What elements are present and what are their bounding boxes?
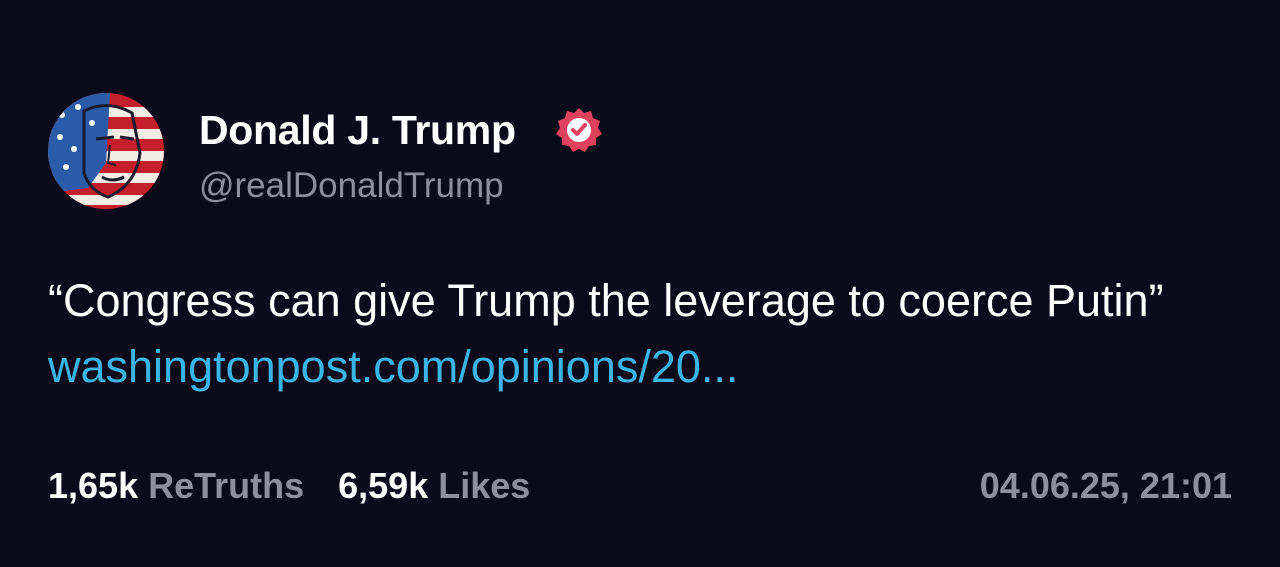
likes-label: Likes xyxy=(438,465,531,506)
post-body: “Congress can give Trump the leverage to… xyxy=(48,268,1248,400)
post-stats: 1,65k ReTruths 6,59k Likes xyxy=(48,464,530,508)
retruths-count: 1,65k xyxy=(48,465,139,506)
retruths-label: ReTruths xyxy=(148,465,305,506)
retruths-stat[interactable]: 1,65k ReTruths xyxy=(48,465,304,506)
post-text: “Congress can give Trump the leverage to… xyxy=(48,275,1164,326)
likes-stat[interactable]: 6,59k Likes xyxy=(338,465,530,506)
post-link[interactable]: washingtonpost.com/opinions/20... xyxy=(48,341,738,392)
avatar-image xyxy=(48,93,164,209)
likes-count: 6,59k xyxy=(338,465,429,506)
user-handle[interactable]: @realDonaldTrump xyxy=(199,166,504,206)
verified-badge-icon xyxy=(556,108,602,152)
display-name[interactable]: Donald J. Trump xyxy=(199,108,516,152)
avatar[interactable] xyxy=(48,93,164,209)
post-timestamp: 04.06.25, 21:01 xyxy=(979,465,1232,506)
